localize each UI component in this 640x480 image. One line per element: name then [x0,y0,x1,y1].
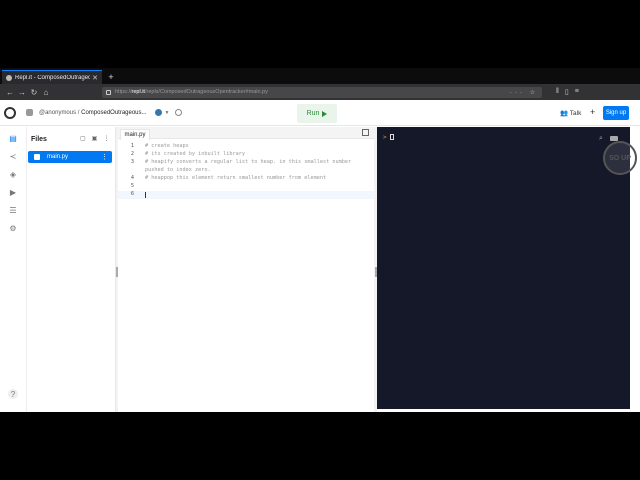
line-number: 2 [130,151,134,157]
library-icon[interactable]: ‖ [556,88,559,96]
left-rail: ▤ ≺ ◈ ▶ ☰ ⚙ ? [0,127,27,412]
browser-tab[interactable]: Repl.it - ComposedOutrageousOpentracker … [2,70,102,84]
share-icon[interactable]: ≺ [8,151,18,161]
python-file-icon [34,154,40,160]
url-host: repl.it [131,89,145,95]
lock-icon [106,89,111,95]
home-icon[interactable]: ⌂ [40,88,52,97]
layout-icon[interactable] [362,129,369,136]
code-line[interactable]: 3 # heapify converts a regular list to he… [118,159,374,167]
url-path: /repls/ComposedOutrageousOpentracker#mai… [144,89,268,95]
code-editor[interactable]: main.py 1 # create heaps 2 # its created b… [118,127,374,412]
forward-icon[interactable]: → [16,88,28,97]
python-icon [154,109,162,116]
breadcrumb-project[interactable]: ComposedOutrageous... [81,110,146,116]
search-icon[interactable]: ⌕ [599,135,603,143]
code-line[interactable]: 1 # create heaps [118,143,374,151]
console-panel[interactable]: > ⌕ [377,127,630,409]
talk-label: Talk [569,110,582,117]
line-code: # heappop this element return smallest n… [145,175,327,181]
run-button[interactable]: Run [297,104,337,123]
tab-main-py[interactable]: main.py [120,129,150,140]
breadcrumb: @anonymous / ComposedOutrageous... [39,110,147,116]
files-menu-icon[interactable]: ⋮ [103,135,109,142]
line-number: 5 [130,183,134,189]
signup-button[interactable]: Sign up [603,106,629,120]
file-item-main-py[interactable]: main.py ⋮ [28,151,112,163]
settings-gear-icon[interactable]: ⚙ [8,223,18,233]
code-line[interactable]: 5 [118,183,374,191]
sidebar-icon[interactable]: ▯ [565,88,569,96]
line-code: # its created by inbuilt library [145,151,245,157]
history-icon[interactable] [175,109,183,116]
new-folder-icon[interactable]: ▣ [92,135,98,142]
file-name: main.py [47,154,69,160]
line-number: 6 [130,191,134,197]
code-line[interactable]: pushed to index zero. [118,167,374,175]
line-number: 1 [130,143,134,149]
files-icon[interactable]: ▤ [8,133,18,143]
database-icon[interactable]: ☰ [8,205,18,215]
code-area[interactable]: 1 # create heaps 2 # its created by inbuil… [118,143,374,199]
new-file-icon[interactable]: ▢ [80,135,86,142]
line-number: 4 [130,175,134,181]
text-cursor [145,192,146,198]
files-actions: ▢ ▣ ⋮ [80,135,109,142]
breadcrumb-separator: / [77,109,80,116]
watermark-logo: SO UP [603,141,637,175]
help-icon[interactable]: ? [8,389,18,399]
console-cursor [390,134,394,140]
talk-button[interactable]: 👥 Talk [560,109,581,117]
browser-nav-bar: ← → ↻ ⌂ https://repl.it/repls/ComposedOu… [0,84,640,100]
user-icon [26,109,33,116]
browser-toolbar-right: ‖ ▯ ≡ [556,88,579,96]
replit-logo-icon[interactable] [4,106,16,119]
file-menu-icon[interactable]: ⋮ [101,153,108,161]
files-title: Files [31,136,47,143]
replit-header: @anonymous / ComposedOutrageous... ▼ Run… [0,100,640,126]
replit-favicon-icon [6,74,12,81]
menu-icon[interactable]: ≡ [575,88,579,96]
close-tab-icon[interactable]: ✕ [92,74,98,82]
code-line[interactable]: 4 # heappop this element return smallest … [118,175,374,183]
line-code: pushed to index zero. [145,167,211,173]
code-line[interactable]: 2 # its created by inbuilt library [118,151,374,159]
line-code: # create heaps [145,143,189,149]
plus-button[interactable]: + [590,107,595,117]
url-prefix: https:// [115,89,132,95]
line-code: # heapify converts a regular list to hea… [145,159,352,165]
packages-icon[interactable]: ◈ [8,169,18,179]
play-icon [322,110,328,117]
new-tab-icon[interactable]: + [104,70,118,84]
line-number: 3 [130,159,134,165]
debugger-icon[interactable]: ▶ [8,187,18,197]
console-prompt: > [383,134,387,141]
reload-icon[interactable]: ↻ [28,88,40,97]
chevron-down-icon[interactable]: ▼ [165,110,170,116]
run-label: Run [306,110,320,117]
url-bar[interactable]: https://repl.it/repls/ComposedOutrageous… [102,86,542,98]
browser-tab-strip: Repl.it - ComposedOutrageousOpentracker … [0,68,640,84]
files-panel: Files ▢ ▣ ⋮ main.py ⋮ [27,127,116,412]
browser-tab-title: Repl.it - ComposedOutrageousOpentracker [15,74,91,81]
back-icon[interactable]: ← [4,88,16,97]
editor-tab-bar: main.py [118,127,374,140]
breadcrumb-user[interactable]: @anonymous [39,110,76,116]
screen: Repl.it - ComposedOutrageousOpentracker … [0,68,640,412]
page-actions-icon[interactable]: ··· ☆ [510,89,538,96]
code-line-current[interactable]: 6 [118,191,374,199]
